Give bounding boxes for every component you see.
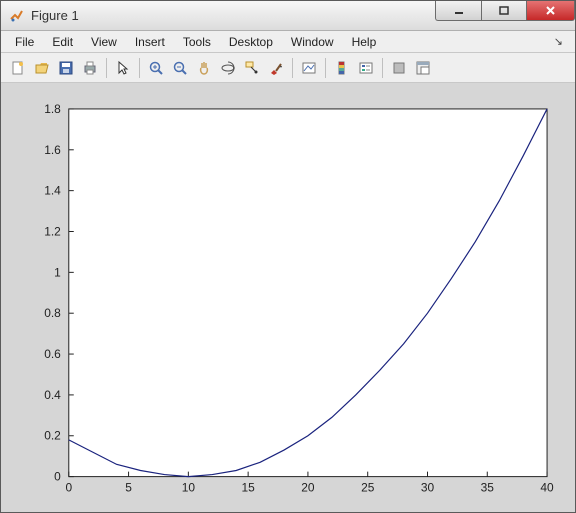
window-title: Figure 1 <box>31 8 435 23</box>
svg-text:0.2: 0.2 <box>44 429 61 443</box>
svg-text:10: 10 <box>182 481 196 495</box>
svg-text:1.2: 1.2 <box>44 224 61 238</box>
minimize-button[interactable] <box>435 1 481 21</box>
figure-window: Figure 1 File Edit View Insert Tools Des… <box>0 0 576 513</box>
hide-tools-icon[interactable] <box>388 57 410 79</box>
svg-text:1.8: 1.8 <box>44 102 61 116</box>
new-file-icon[interactable] <box>7 57 29 79</box>
print-icon[interactable] <box>79 57 101 79</box>
rotate-3d-icon[interactable] <box>217 57 239 79</box>
menu-tools[interactable]: Tools <box>175 33 219 51</box>
insert-colorbar-icon[interactable] <box>331 57 353 79</box>
axes[interactable]: 0 5 10 15 20 25 30 35 40 0 0.2 0.4 0.6 0.8 1 1.2 1.4 1.6 1… <box>9 91 567 505</box>
dock-corner-icon[interactable]: ↘ <box>554 35 569 48</box>
svg-text:0.6: 0.6 <box>44 347 61 361</box>
svg-text:15: 15 <box>241 481 255 495</box>
save-icon[interactable] <box>55 57 77 79</box>
svg-text:35: 35 <box>481 481 495 495</box>
svg-text:5: 5 <box>125 481 132 495</box>
plot-area[interactable]: 0 5 10 15 20 25 30 35 40 0 0.2 0.4 0.6 0.8 1 1.2 1.4 1.6 1… <box>1 83 575 512</box>
svg-text:25: 25 <box>361 481 375 495</box>
open-folder-icon[interactable] <box>31 57 53 79</box>
data-cursor-icon[interactable] <box>241 57 263 79</box>
menubar: File Edit View Insert Tools Desktop Wind… <box>1 31 575 53</box>
svg-text:0: 0 <box>54 470 61 484</box>
titlebar[interactable]: Figure 1 <box>1 1 575 31</box>
brush-icon[interactable] <box>265 57 287 79</box>
pointer-icon[interactable] <box>112 57 134 79</box>
menu-desktop[interactable]: Desktop <box>221 33 281 51</box>
svg-text:0.8: 0.8 <box>44 306 61 320</box>
zoom-in-icon[interactable] <box>145 57 167 79</box>
menu-window[interactable]: Window <box>283 33 342 51</box>
zoom-out-icon[interactable] <box>169 57 191 79</box>
link-plot-icon[interactable] <box>298 57 320 79</box>
menu-insert[interactable]: Insert <box>127 33 173 51</box>
axes-frame <box>69 109 547 477</box>
svg-text:0.4: 0.4 <box>44 388 61 402</box>
svg-text:1.6: 1.6 <box>44 143 61 157</box>
window-controls <box>435 1 575 30</box>
menu-edit[interactable]: Edit <box>44 33 81 51</box>
menu-help[interactable]: Help <box>344 33 385 51</box>
toolbar <box>1 53 575 83</box>
svg-text:30: 30 <box>421 481 435 495</box>
pan-icon[interactable] <box>193 57 215 79</box>
dock-icon[interactable] <box>412 57 434 79</box>
maximize-button[interactable] <box>481 1 527 21</box>
menu-file[interactable]: File <box>7 33 42 51</box>
svg-text:1: 1 <box>54 265 61 279</box>
svg-text:0: 0 <box>65 481 72 495</box>
close-button[interactable] <box>527 1 575 21</box>
insert-legend-icon[interactable] <box>355 57 377 79</box>
svg-text:20: 20 <box>301 481 315 495</box>
matlab-app-icon <box>9 8 25 24</box>
svg-text:40: 40 <box>540 481 554 495</box>
menu-view[interactable]: View <box>83 33 125 51</box>
svg-text:1.4: 1.4 <box>44 184 61 198</box>
